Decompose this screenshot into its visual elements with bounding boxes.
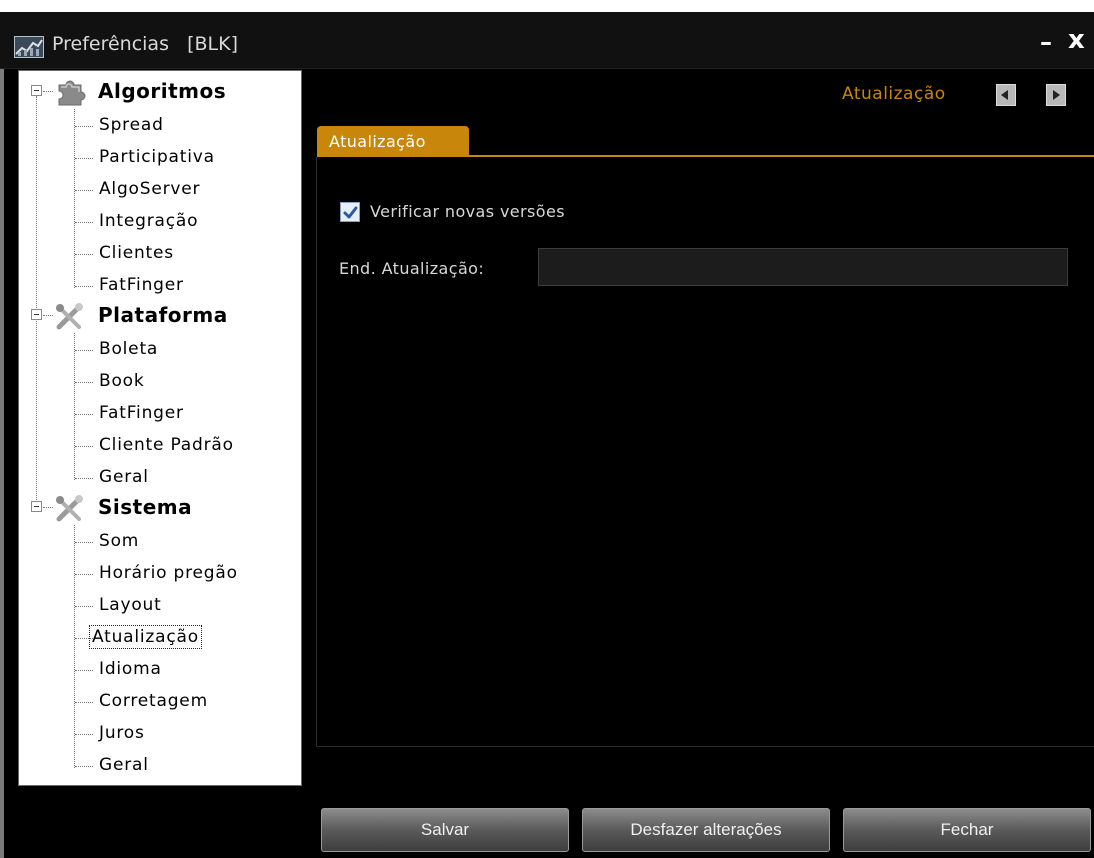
tree-item-algoserver[interactable]: AlgoServer — [97, 178, 202, 200]
check-updates-label[interactable]: Verificar novas versões — [370, 202, 565, 221]
tree-category-sistema[interactable]: Sistema — [98, 495, 192, 519]
app-chart-icon — [14, 36, 44, 58]
tree-item-integracao[interactable]: Integração — [97, 210, 200, 232]
collapse-toggle-sistema[interactable] — [31, 501, 42, 512]
window-left-border — [0, 12, 4, 858]
section-title: Atualização — [842, 84, 946, 104]
undo-changes-button[interactable]: Desfazer alterações — [582, 808, 830, 852]
tree-connector — [75, 414, 93, 415]
collapse-toggle-plataforma[interactable] — [31, 309, 42, 320]
tree-item-corretagem[interactable]: Corretagem — [97, 690, 210, 712]
tree-category-algoritmos[interactable]: Algoritmos — [98, 79, 226, 103]
puzzle-icon — [58, 80, 86, 106]
tree-item-spread[interactable]: Spread — [97, 114, 166, 136]
tree-item-geral-sistema[interactable]: Geral — [97, 754, 151, 776]
update-address-input[interactable] — [538, 248, 1068, 286]
previous-section-button[interactable] — [996, 84, 1016, 106]
tree-branch-line-sistema — [74, 525, 75, 768]
tree-connector — [75, 606, 93, 607]
preferences-tree: Algoritmos Spread Participativa AlgoServ… — [18, 70, 302, 786]
tree-item-cliente-padrao[interactable]: Cliente Padrão — [97, 434, 236, 456]
tree-root-line — [36, 96, 37, 506]
tree-connector — [75, 670, 93, 671]
tree-item-fatfinger-plataforma[interactable]: FatFinger — [97, 402, 186, 424]
tree-item-atualizacao[interactable]: Atualização — [89, 625, 202, 649]
tree-branch-line-algoritmos — [74, 109, 75, 288]
tree-connector — [75, 766, 93, 767]
tree-connector — [75, 734, 93, 735]
tree-item-book[interactable]: Book — [97, 370, 147, 392]
check-updates-checkbox[interactable] — [340, 202, 360, 222]
tree-item-layout[interactable]: Layout — [97, 594, 164, 616]
tab-label: Atualização — [329, 132, 426, 151]
tree-connector — [43, 91, 53, 92]
tree-connector — [43, 315, 53, 316]
tree-item-clientes[interactable]: Clientes — [97, 242, 176, 264]
minimize-button[interactable]: – — [1040, 30, 1062, 54]
update-address-label: End. Atualização: — [339, 259, 485, 278]
checkmark-icon — [343, 206, 358, 219]
screen-top-edge — [0, 0, 1094, 12]
tree-connector — [75, 574, 93, 575]
close-button[interactable]: Fechar — [843, 808, 1091, 852]
tree-connector — [43, 507, 53, 508]
collapse-toggle-algoritmos[interactable] — [31, 85, 42, 96]
tree-item-participativa[interactable]: Participativa — [97, 146, 217, 168]
tree-connector — [75, 702, 93, 703]
tree-connector — [75, 382, 93, 383]
tree-connector — [75, 254, 93, 255]
next-section-button[interactable] — [1046, 84, 1066, 106]
tools-icon — [56, 303, 83, 330]
preferences-window: Preferências [BLK] – x Algoritmos Spread… — [0, 0, 1094, 858]
tree-branch-line-plataforma — [74, 333, 75, 480]
tree-connector — [75, 126, 93, 127]
tree-connector — [75, 542, 93, 543]
tree-item-juros[interactable]: Juros — [97, 722, 147, 744]
tree-item-fatfinger[interactable]: FatFinger — [97, 274, 186, 296]
tree-item-horario-pregao[interactable]: Horário pregão — [97, 562, 240, 584]
save-button[interactable]: Salvar — [321, 808, 569, 852]
tools-icon — [56, 495, 83, 522]
tree-connector — [75, 158, 93, 159]
tree-connector — [75, 446, 93, 447]
window-title: Preferências [BLK] — [52, 33, 239, 55]
tree-connector — [75, 222, 93, 223]
tree-item-boleta[interactable]: Boleta — [97, 338, 160, 360]
tree-item-idioma[interactable]: Idioma — [97, 658, 164, 680]
tree-item-som[interactable]: Som — [97, 530, 141, 552]
tab-atualizacao[interactable]: Atualização — [317, 126, 469, 156]
tree-category-plataforma[interactable]: Plataforma — [98, 303, 228, 327]
tree-item-geral-plataforma[interactable]: Geral — [97, 466, 151, 488]
tree-connector — [75, 350, 93, 351]
close-window-button[interactable]: x — [1068, 26, 1092, 54]
settings-panel — [316, 157, 1094, 747]
tree-connector — [75, 190, 93, 191]
tree-connector — [75, 478, 93, 479]
tree-connector — [75, 286, 93, 287]
